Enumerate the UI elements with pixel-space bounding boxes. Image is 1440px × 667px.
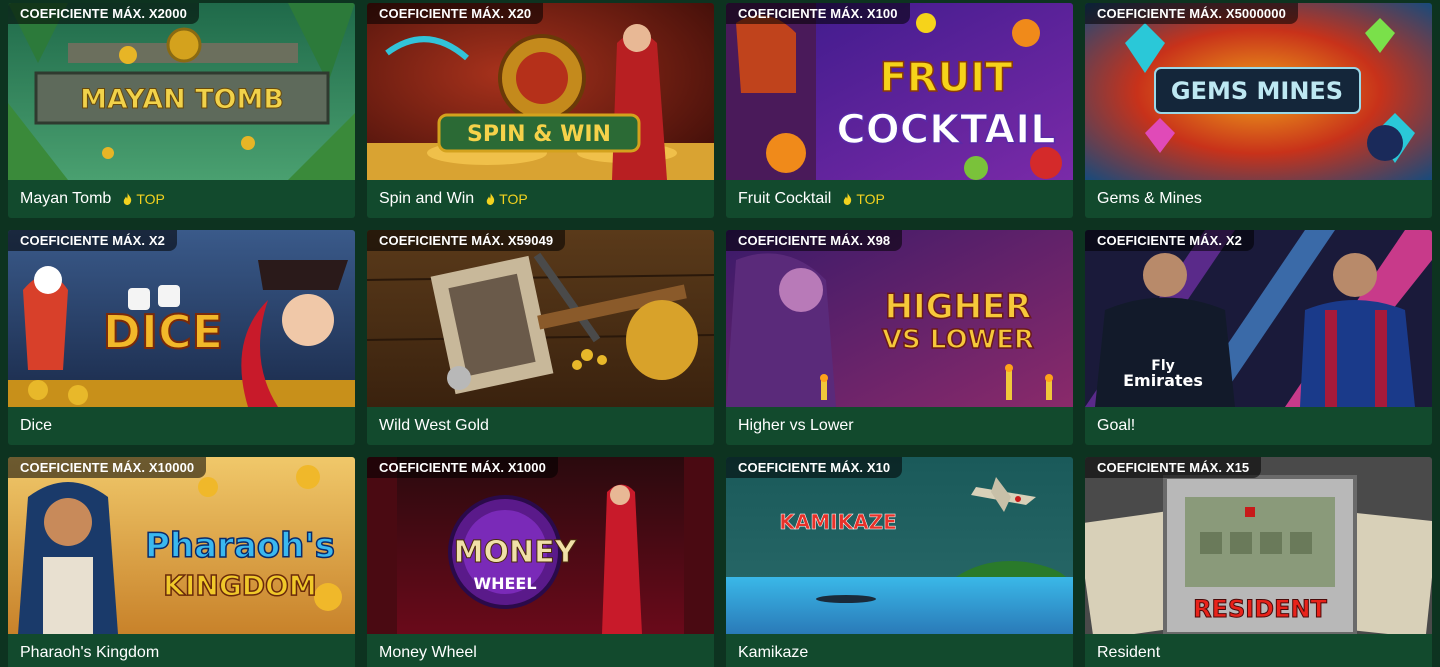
game-title[interactable]: Spin and Win [379, 190, 474, 208]
game-card-footer: Mayan Tomb TOP [8, 180, 355, 218]
game-logo-line-1: MONEY [454, 535, 578, 570]
top-badge: TOP [123, 191, 165, 207]
max-coefficient-badge: COEFICIENTE MÁX. X59049 [367, 230, 566, 251]
game-logo-line-2: VS LOWER [882, 325, 1034, 355]
game-card-footer: Gems & Mines [1085, 180, 1432, 218]
game-logo-line-1: Pharaoh's [145, 526, 335, 566]
game-logo: KAMIKAZE [779, 510, 896, 534]
game-card-spin-and-win[interactable]: SPIN & WIN COEFICIENTE MÁX. X20 Spin and… [367, 3, 714, 218]
jersey-sponsor-line-2: Emirates [1123, 371, 1203, 390]
goal-artwork: Fly Emirates [1085, 230, 1432, 407]
game-card-footer: Dice [8, 407, 355, 445]
mayan-tomb-artwork: MAYAN TOMB [8, 3, 355, 180]
game-card-higher-vs-lower[interactable]: HIGHER VS LOWER COEFICIENTE MÁX. X98 Hig… [726, 230, 1073, 445]
game-title[interactable]: Money Wheel [379, 644, 477, 662]
game-thumbnail[interactable]: DICE COEFICIENTE MÁX. X2 [8, 230, 355, 407]
game-thumbnail[interactable]: RESIDENT COEFICIENTE MÁX. X15 [1085, 457, 1432, 634]
game-logo-line-1: HIGHER [885, 287, 1032, 327]
gems-and-mines-artwork: GEMS MINES [1085, 3, 1432, 180]
max-coefficient-badge: COEFICIENTE MÁX. X100 [726, 3, 910, 24]
game-logo-line-1: FRUIT [880, 55, 1013, 101]
money-wheel-artwork: MONEY WHEEL [367, 457, 714, 634]
game-logo: DICE [103, 305, 223, 359]
game-logo: RESIDENT [1193, 595, 1327, 623]
game-thumbnail[interactable]: KAMIKAZE COEFICIENTE MÁX. X10 [726, 457, 1073, 634]
game-thumbnail[interactable]: GEMS MINES COEFICIENTE MÁX. X5000000 [1085, 3, 1432, 180]
game-logo-line-2: COCKTAIL [836, 107, 1055, 153]
flame-icon [124, 193, 132, 205]
game-card-footer: Goal! [1085, 407, 1432, 445]
game-logo-line-2: KINGDOM [163, 569, 316, 602]
games-grid: MAYAN TOMB COEFICIENTE MÁX. X2000 Mayan … [8, 3, 1433, 667]
game-card-footer: Money Wheel [367, 634, 714, 667]
game-card-fruit-cocktail[interactable]: FRUIT COCKTAIL COEFICIENTE MÁX. X100 Fru… [726, 3, 1073, 218]
max-coefficient-badge: COEFICIENTE MÁX. X2 [1085, 230, 1254, 251]
max-coefficient-badge: COEFICIENTE MÁX. X10000 [8, 457, 207, 478]
game-logo: SPIN & WIN [467, 122, 611, 147]
game-card-dice[interactable]: DICE COEFICIENTE MÁX. X2 Dice [8, 230, 355, 445]
pharaohs-kingdom-artwork: Pharaoh's KINGDOM [8, 457, 355, 634]
higher-vs-lower-artwork: HIGHER VS LOWER [726, 230, 1073, 407]
game-logo-line-2: WHEEL [473, 574, 536, 593]
dice-artwork: DICE [8, 230, 355, 407]
game-thumbnail[interactable]: MONEY WHEEL COEFICIENTE MÁX. X1000 [367, 457, 714, 634]
game-title[interactable]: Resident [1097, 644, 1160, 662]
game-card-goal[interactable]: Fly Emirates COEFICIENTE MÁX. X2 Goal! [1085, 230, 1432, 445]
game-thumbnail[interactable]: MAYAN TOMB COEFICIENTE MÁX. X2000 [8, 3, 355, 180]
game-thumbnail[interactable]: FRUIT COCKTAIL COEFICIENTE MÁX. X100 [726, 3, 1073, 180]
game-title[interactable]: Wild West Gold [379, 417, 489, 435]
game-title[interactable]: Higher vs Lower [738, 417, 854, 435]
fruit-cocktail-artwork: FRUIT COCKTAIL [726, 3, 1073, 180]
game-thumbnail[interactable]: HIGHER VS LOWER COEFICIENTE MÁX. X98 [726, 230, 1073, 407]
wild-west-gold-artwork [367, 230, 714, 407]
game-thumbnail[interactable]: COEFICIENTE MÁX. X59049 [367, 230, 714, 407]
game-title[interactable]: Fruit Cocktail [738, 190, 831, 208]
game-card-wild-west-gold[interactable]: COEFICIENTE MÁX. X59049 Wild West Gold [367, 230, 714, 445]
game-card-kamikaze[interactable]: KAMIKAZE COEFICIENTE MÁX. X10 Kamikaze [726, 457, 1073, 667]
game-card-footer: Kamikaze [726, 634, 1073, 667]
kamikaze-artwork: KAMIKAZE [726, 457, 1073, 634]
game-logo: MAYAN TOMB [80, 84, 284, 115]
max-coefficient-badge: COEFICIENTE MÁX. X5000000 [1085, 3, 1298, 24]
game-title[interactable]: Goal! [1097, 417, 1135, 435]
game-card-footer: Fruit Cocktail TOP [726, 180, 1073, 218]
game-title[interactable]: Mayan Tomb [20, 190, 111, 208]
game-card-pharaohs-kingdom[interactable]: Pharaoh's KINGDOM COEFICIENTE MÁX. X1000… [8, 457, 355, 667]
top-badge: TOP [843, 191, 885, 207]
top-label: TOP [856, 191, 885, 207]
top-label: TOP [499, 191, 528, 207]
max-coefficient-badge: COEFICIENTE MÁX. X98 [726, 230, 903, 251]
flame-icon [486, 193, 495, 205]
flame-icon [844, 193, 852, 205]
game-card-mayan-tomb[interactable]: MAYAN TOMB COEFICIENTE MÁX. X2000 Mayan … [8, 3, 355, 218]
game-thumbnail[interactable]: Fly Emirates COEFICIENTE MÁX. X2 [1085, 230, 1432, 407]
game-card-money-wheel[interactable]: MONEY WHEEL COEFICIENTE MÁX. X1000 Money… [367, 457, 714, 667]
game-logo: GEMS MINES [1171, 77, 1343, 105]
game-title[interactable]: Pharaoh's Kingdom [20, 644, 159, 662]
game-card-footer: Resident [1085, 634, 1432, 667]
max-coefficient-badge: COEFICIENTE MÁX. X1000 [367, 457, 558, 478]
game-card-gems-and-mines[interactable]: GEMS MINES COEFICIENTE MÁX. X5000000 Gem… [1085, 3, 1432, 218]
game-card-footer: Spin and Win TOP [367, 180, 714, 218]
game-title[interactable]: Gems & Mines [1097, 190, 1202, 208]
max-coefficient-badge: COEFICIENTE MÁX. X20 [367, 3, 544, 24]
game-title[interactable]: Dice [20, 417, 52, 435]
top-label: TOP [136, 191, 165, 207]
game-card-footer: Higher vs Lower [726, 407, 1073, 445]
max-coefficient-badge: COEFICIENTE MÁX. X2000 [8, 3, 199, 24]
top-badge: TOP [486, 191, 528, 207]
max-coefficient-badge: COEFICIENTE MÁX. X15 [1085, 457, 1262, 478]
resident-artwork: RESIDENT [1085, 457, 1432, 634]
game-card-footer: Pharaoh's Kingdom [8, 634, 355, 667]
game-card-resident[interactable]: RESIDENT COEFICIENTE MÁX. X15 Resident [1085, 457, 1432, 667]
game-title[interactable]: Kamikaze [738, 644, 808, 662]
game-thumbnail[interactable]: SPIN & WIN COEFICIENTE MÁX. X20 [367, 3, 714, 180]
game-thumbnail[interactable]: Pharaoh's KINGDOM COEFICIENTE MÁX. X1000… [8, 457, 355, 634]
spin-and-win-artwork: SPIN & WIN [367, 3, 714, 180]
max-coefficient-badge: COEFICIENTE MÁX. X10 [726, 457, 903, 478]
max-coefficient-badge: COEFICIENTE MÁX. X2 [8, 230, 177, 251]
game-card-footer: Wild West Gold [367, 407, 714, 445]
